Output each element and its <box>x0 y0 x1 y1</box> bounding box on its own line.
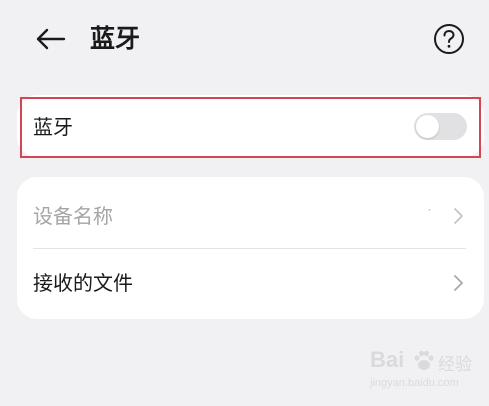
watermark-brand2: 经验 <box>438 355 472 374</box>
device-name-value: ˙ <box>426 208 433 224</box>
device-name-label: 设备名称 <box>33 204 113 228</box>
help-circle-icon <box>434 24 464 54</box>
toggle-knob <box>416 115 439 138</box>
back-arrow-icon <box>36 28 66 50</box>
chevron-right-icon <box>454 275 463 291</box>
watermark-domain: jingyan.baidu.com <box>370 377 459 389</box>
chevron-right-icon <box>454 208 463 224</box>
bluetooth-label: 蓝牙 <box>33 115 73 139</box>
watermark: Bai 经验 jingyan.baidu.com <box>366 345 484 395</box>
back-button[interactable] <box>30 22 70 56</box>
received-files-label: 接收的文件 <box>33 271 133 295</box>
watermark-brand: Bai <box>370 347 405 372</box>
top-bar: 蓝牙 <box>0 0 489 78</box>
bluetooth-toggle[interactable] <box>414 113 467 140</box>
help-button[interactable] <box>432 22 466 56</box>
paw-icon <box>414 350 434 370</box>
page-title: 蓝牙 <box>90 24 141 53</box>
